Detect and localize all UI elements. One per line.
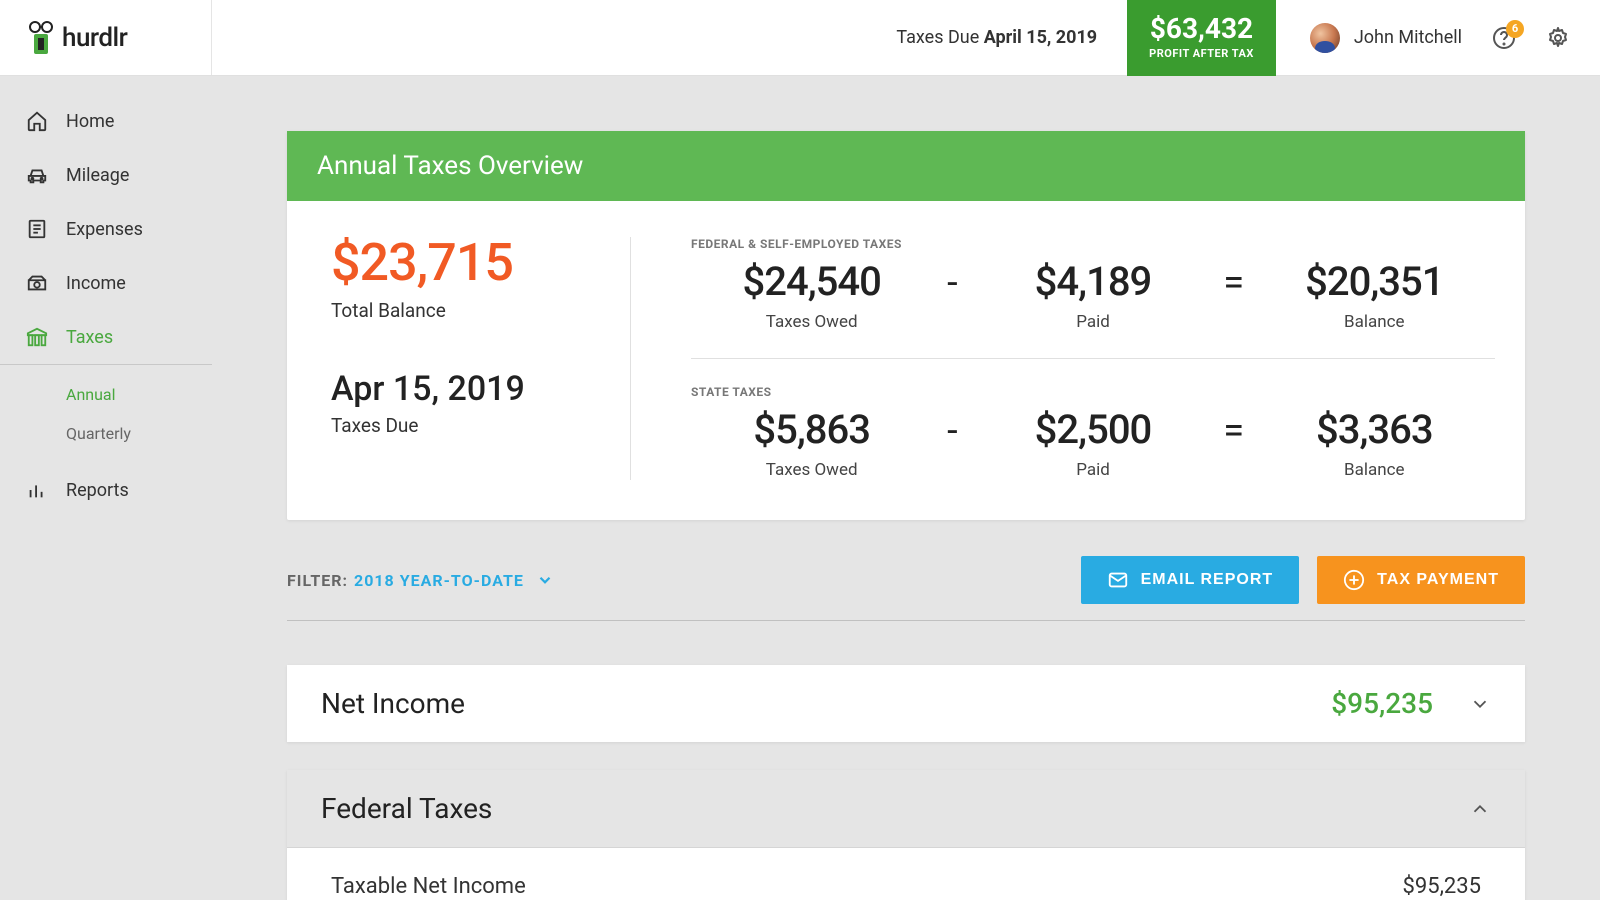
state-balance-label: Balance: [1254, 460, 1495, 480]
sidebar-sub-label: Annual: [66, 385, 116, 404]
sidebar-item-income[interactable]: Income: [0, 256, 212, 310]
sidebar-item-label: Mileage: [66, 165, 129, 186]
gear-icon[interactable]: [1546, 26, 1570, 50]
divider: [287, 620, 1525, 621]
sidebar: Home Mileage Expenses Income Taxes Annua…: [0, 76, 212, 900]
sidebar-item-home[interactable]: Home: [0, 94, 212, 148]
filter-actions-row: FILTER: 2018 YEAR-TO-DATE EMAIL REPORT T…: [287, 556, 1525, 604]
logo[interactable]: hurdlr: [26, 20, 127, 56]
avatar: [1310, 23, 1340, 53]
federal-taxes-accordion: Federal Taxes Taxable Net Income $95,235: [287, 770, 1525, 900]
sidebar-item-label: Income: [66, 273, 126, 294]
profit-amount: $63,432: [1150, 15, 1253, 43]
taxes-due-label: Taxes Due: [331, 414, 610, 437]
sidebar-item-label: Reports: [66, 480, 129, 501]
total-balance-amount: $23,715: [331, 237, 610, 289]
sidebar-item-taxes[interactable]: Taxes: [0, 310, 212, 365]
money-icon: [26, 272, 48, 294]
state-paid-label: Paid: [972, 460, 1213, 480]
tax-payment-button[interactable]: TAX PAYMENT: [1317, 556, 1525, 604]
total-balance-block: $23,715 Total Balance: [331, 237, 610, 322]
state-tax-row: STATE TAXES $5,863 Taxes Owed - $2,500 P…: [691, 385, 1495, 480]
logo-text: hurdlr: [62, 23, 127, 53]
sidebar-item-expenses[interactable]: Expenses: [0, 202, 212, 256]
minus-operator: -: [932, 409, 972, 453]
sidebar-item-label: Expenses: [66, 219, 143, 240]
sidebar-item-label: Home: [66, 111, 114, 132]
state-paid: $2,500: [972, 410, 1213, 450]
line-label: Taxable Net Income: [331, 874, 526, 899]
state-taxes-owed: $5,863: [691, 410, 932, 450]
receipt-icon: [26, 218, 48, 240]
filter-value-text: 2018 YEAR-TO-DATE: [354, 571, 524, 590]
user-name: John Mitchell: [1354, 27, 1462, 48]
federal-paid-label: Paid: [972, 312, 1213, 332]
sidebar-subitem-quarterly[interactable]: Quarterly: [0, 414, 212, 453]
total-balance-label: Total Balance: [331, 299, 610, 322]
taxes-due-text: Taxes Due April 15, 2019: [896, 27, 1097, 48]
federal-taxes-body: Taxable Net Income $95,235: [287, 848, 1525, 900]
federal-taxes-owed: $24,540: [691, 262, 932, 302]
mail-icon: [1107, 569, 1129, 591]
taxes-due-date: Apr 15, 2019: [331, 372, 610, 406]
chevron-down-icon: [536, 571, 554, 589]
email-report-button[interactable]: EMAIL REPORT: [1081, 556, 1300, 604]
taxes-due-block: Apr 15, 2019 Taxes Due: [331, 372, 610, 437]
home-icon: [26, 110, 48, 132]
user-menu[interactable]: John Mitchell: [1310, 23, 1462, 53]
federal-tax-row: FEDERAL & SELF-EMPLOYED TAXES $24,540 Ta…: [691, 237, 1495, 332]
line-value: $95,235: [1402, 874, 1481, 899]
federal-owed-label: Taxes Owed: [691, 312, 932, 332]
sidebar-subitem-annual[interactable]: Annual: [0, 375, 212, 414]
sidebar-item-mileage[interactable]: Mileage: [0, 148, 212, 202]
logo-section: hurdlr: [0, 0, 212, 75]
federal-paid: $4,189: [972, 262, 1213, 302]
federal-balance: $20,351: [1254, 262, 1495, 302]
filter-label: FILTER:: [287, 571, 348, 590]
equals-operator: =: [1214, 261, 1254, 305]
profit-label: PROFIT AFTER TAX: [1149, 47, 1254, 60]
notification-badge: 6: [1506, 20, 1524, 38]
state-owed-label: Taxes Owed: [691, 460, 932, 480]
minus-operator: -: [932, 261, 972, 305]
accordion-title: Net Income: [321, 687, 465, 720]
net-income-amount: $95,235: [1331, 687, 1433, 720]
plus-circle-icon: [1343, 569, 1365, 591]
button-label: EMAIL REPORT: [1141, 571, 1274, 589]
annual-taxes-overview-card: Annual Taxes Overview $23,715 Total Bala…: [287, 131, 1525, 520]
card-title: Annual Taxes Overview: [287, 131, 1525, 201]
divider: [691, 358, 1495, 359]
state-balance: $3,363: [1254, 410, 1495, 450]
accordion-title: Federal Taxes: [321, 792, 492, 825]
sidebar-item-label: Taxes: [66, 327, 113, 348]
federal-balance-label: Balance: [1254, 312, 1495, 332]
sidebar-sub-label: Quarterly: [66, 424, 131, 443]
header: hurdlr Taxes Due April 15, 2019 $63,432 …: [0, 0, 1600, 76]
button-label: TAX PAYMENT: [1377, 571, 1499, 589]
sidebar-item-reports[interactable]: Reports: [0, 463, 212, 517]
equals-operator: =: [1214, 409, 1254, 453]
state-tax-title: STATE TAXES: [691, 385, 1495, 399]
car-icon: [26, 164, 48, 186]
help-icon[interactable]: 6: [1492, 26, 1516, 50]
taxable-net-income-line: Taxable Net Income $95,235: [331, 874, 1481, 899]
net-income-accordion[interactable]: Net Income $95,235: [287, 665, 1525, 742]
reports-icon: [26, 479, 48, 501]
logo-mark-icon: [26, 20, 56, 56]
chevron-up-icon: [1469, 798, 1491, 820]
taxes-due-date: April 15, 2019: [984, 27, 1097, 48]
chevron-down-icon: [1469, 693, 1491, 715]
federal-taxes-accordion-header[interactable]: Federal Taxes: [287, 770, 1525, 848]
taxes-due-label: Taxes Due: [896, 27, 983, 48]
federal-tax-title: FEDERAL & SELF-EMPLOYED TAXES: [691, 237, 1495, 251]
filter-dropdown[interactable]: 2018 YEAR-TO-DATE: [354, 571, 554, 590]
main-content: Annual Taxes Overview $23,715 Total Bala…: [212, 76, 1600, 900]
taxes-icon: [26, 326, 48, 348]
profit-after-tax-badge[interactable]: $63,432 PROFIT AFTER TAX: [1127, 0, 1276, 76]
